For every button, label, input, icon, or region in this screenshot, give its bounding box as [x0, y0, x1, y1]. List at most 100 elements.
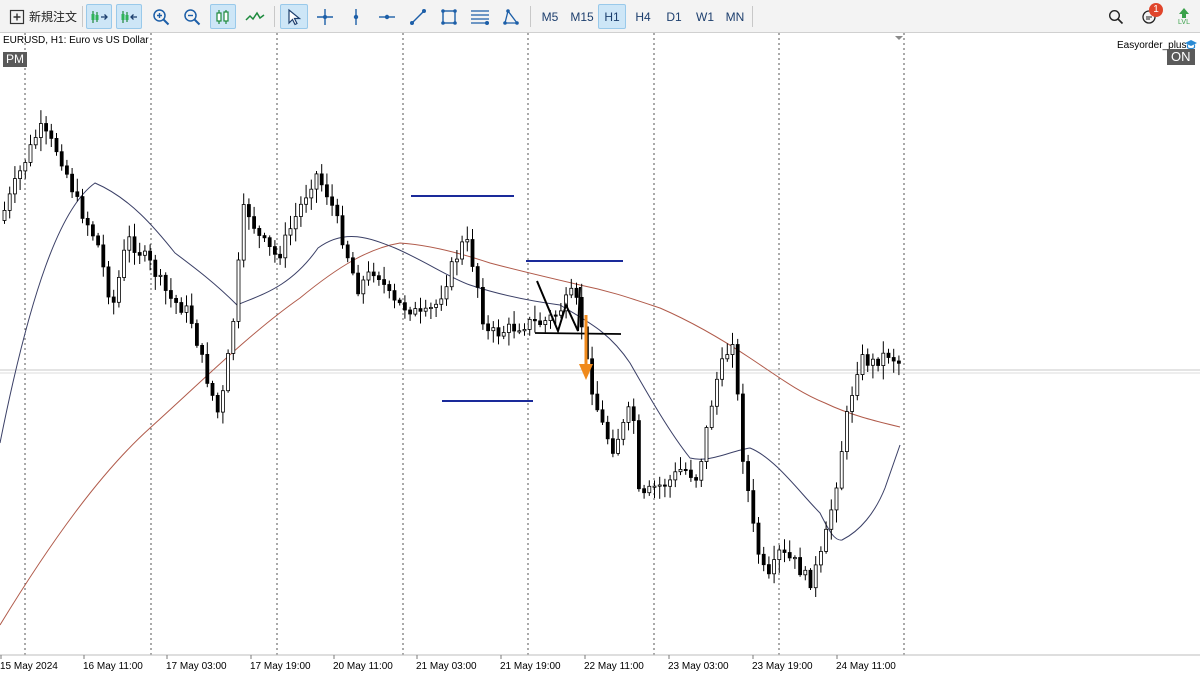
- time-label: 17 May 03:00: [166, 661, 227, 672]
- neckline[interactable]: [534, 332, 622, 335]
- candle-body: [891, 357, 896, 362]
- candle-body: [522, 328, 527, 332]
- timeframe-m5-button[interactable]: M5: [536, 4, 564, 29]
- candle-body: [871, 358, 875, 366]
- candle-body: [39, 123, 43, 138]
- candle-body: [106, 266, 111, 298]
- candle-body: [117, 276, 121, 303]
- zoom-out-button[interactable]: [179, 4, 205, 29]
- chart-shift-button[interactable]: [116, 4, 142, 29]
- candle-body: [538, 320, 542, 325]
- chart-shift-icon: [121, 10, 137, 23]
- candle-body: [122, 249, 126, 278]
- shapes-tool-button[interactable]: [498, 4, 524, 29]
- candle-body: [559, 310, 563, 316]
- chart-shift-marker[interactable]: [895, 36, 903, 40]
- candle-body: [860, 354, 865, 376]
- timeframe-d1-button[interactable]: D1: [660, 4, 688, 29]
- vertical-line-icon: [353, 8, 359, 25]
- candle-body: [631, 406, 636, 421]
- fibonacci-tool-button[interactable]: [467, 4, 493, 29]
- candle-body: [574, 287, 579, 298]
- vertical-line-tool-button[interactable]: [343, 4, 369, 29]
- candle-body: [371, 271, 376, 277]
- candle-body: [293, 216, 298, 230]
- candle-body: [746, 461, 750, 492]
- candle-body: [886, 352, 891, 358]
- candlestick-mode-button[interactable]: [210, 4, 236, 29]
- candle-body: [314, 173, 319, 190]
- timeframe-h4-button[interactable]: H4: [629, 4, 657, 29]
- candle-body: [449, 261, 454, 288]
- candle-body: [304, 197, 309, 205]
- candle-body: [324, 184, 329, 198]
- signals-label: LVL: [1178, 18, 1190, 26]
- crosshair-tool-button[interactable]: [312, 4, 338, 29]
- candle-body: [111, 296, 116, 303]
- candle-body: [642, 488, 646, 494]
- candle-body: [231, 320, 236, 354]
- candle-body: [59, 151, 64, 167]
- candle-body: [730, 344, 735, 356]
- candle-body: [65, 165, 69, 175]
- candle-body: [845, 411, 849, 453]
- candle-body: [241, 204, 246, 261]
- candle-body: [486, 323, 491, 332]
- time-label: 17 May 19:00: [250, 661, 311, 672]
- candle-body: [553, 314, 558, 317]
- candle-body: [533, 318, 537, 322]
- time-label: 23 May 03:00: [668, 661, 729, 672]
- candle-body: [751, 490, 756, 524]
- candle-body: [80, 196, 85, 219]
- rectangle-tool-button[interactable]: [436, 4, 462, 29]
- timeframe-w1-button[interactable]: W1: [691, 4, 719, 29]
- candle-body: [262, 235, 267, 239]
- trendline-tool-button[interactable]: [405, 4, 431, 29]
- candle-body: [101, 244, 106, 268]
- candle-body: [881, 352, 886, 367]
- candle-body: [569, 287, 574, 296]
- trendline-icon: [410, 8, 426, 25]
- search-button[interactable]: [1104, 4, 1128, 29]
- candle-body: [689, 469, 693, 478]
- indicator-toggle-button[interactable]: ON: [1167, 49, 1195, 65]
- candle-body: [246, 204, 251, 218]
- candle-body: [12, 178, 17, 195]
- candle-body: [49, 130, 54, 139]
- candle-body: [699, 461, 704, 481]
- candle-body: [454, 258, 459, 263]
- line-chart-button[interactable]: [241, 4, 269, 29]
- zoom-in-button[interactable]: [148, 4, 174, 29]
- cursor-arrow-icon: [288, 8, 302, 25]
- timeframe-mn-button[interactable]: MN: [721, 4, 749, 29]
- autoscroll-button[interactable]: [86, 4, 112, 29]
- new-order-button[interactable]: 新規注文: [6, 4, 80, 29]
- notifications-button[interactable]: 1: [1136, 3, 1164, 29]
- candle-body: [402, 302, 407, 311]
- candle-body: [158, 274, 163, 277]
- candle-body: [418, 308, 423, 312]
- toolbar: 新規注文 M5 M15 H1 H4 D1 W1 MN 1 LVL: [0, 0, 1200, 33]
- price-chart[interactable]: 15 May 2024 16 May 11:00 17 May 03:00 17 Ma…: [0, 33, 1200, 675]
- cursor-tool-button[interactable]: [280, 4, 308, 29]
- candle-body: [808, 569, 813, 589]
- candle-body: [527, 318, 532, 330]
- horizontal-line-tool-button[interactable]: [374, 4, 400, 29]
- timeframe-h1-button[interactable]: H1: [598, 4, 626, 29]
- candle-body: [44, 123, 48, 132]
- candle-body: [392, 290, 397, 301]
- candle-body: [33, 137, 38, 146]
- signals-button[interactable]: LVL: [1172, 4, 1196, 29]
- timeframe-m15-button[interactable]: M15: [566, 4, 598, 29]
- candle-body: [652, 485, 657, 488]
- candle-body: [267, 237, 272, 247]
- time-label: 23 May 19:00: [752, 661, 813, 672]
- candle-body: [236, 259, 241, 322]
- candle-body: [621, 421, 626, 440]
- time-label: 24 May 11:00: [836, 661, 896, 672]
- candle-body: [647, 485, 652, 494]
- candle-body: [200, 344, 205, 355]
- candle-body: [767, 564, 771, 575]
- session-badge: PM: [3, 52, 27, 67]
- candle-body: [85, 217, 90, 226]
